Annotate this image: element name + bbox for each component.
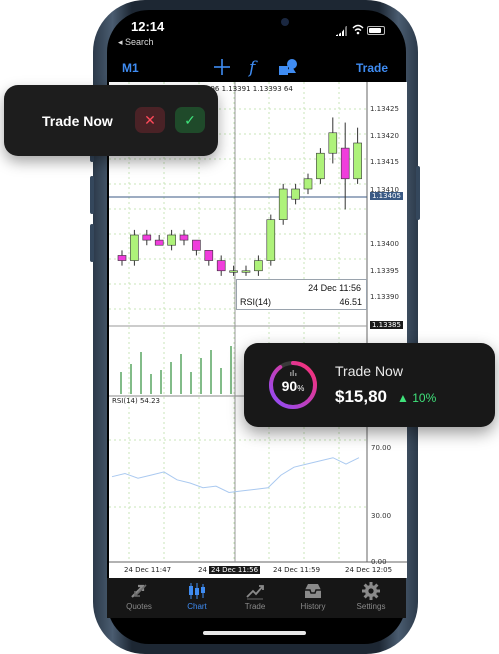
tab-bar: Quotes Chart Trade History Settings — [107, 578, 406, 618]
tab-label: Chart — [187, 602, 207, 611]
quotes-icon — [131, 584, 147, 598]
svg-text:f: f — [247, 58, 258, 77]
crosshair-icon[interactable] — [212, 57, 232, 77]
candle-body — [204, 250, 214, 261]
signal-icon — [345, 26, 347, 36]
rsi-title: RSI(14) 54.23 — [112, 397, 161, 405]
candle-body — [278, 188, 288, 220]
candle-body — [229, 270, 238, 273]
candle-body — [216, 260, 226, 272]
bar-chart-icon — [290, 370, 297, 376]
tab-chart[interactable]: Chart — [172, 582, 222, 616]
price-label: 1.13425 — [370, 105, 399, 113]
price-label: 1.13395 — [370, 267, 399, 275]
arrow-up-icon: ▲ — [397, 391, 409, 405]
notch — [225, 10, 347, 36]
settings-icon — [362, 582, 380, 600]
tab-trade[interactable]: Trade — [230, 582, 280, 616]
chart-toolbar: M1 f Trade — [107, 52, 406, 82]
change-percent: 10% — [412, 391, 437, 405]
tab-settings[interactable]: Settings — [346, 582, 396, 616]
time-label: 24 Dec 11:59 — [273, 566, 321, 574]
chart-canvas[interactable] — [109, 82, 407, 578]
trade-now-card: Trade Now ✕ ✓ — [4, 85, 218, 156]
trade-summary-card: 90% Trade Now $15,80 ▲ 10% — [244, 343, 495, 427]
phone-power-button — [416, 166, 420, 220]
close-icon: ✕ — [144, 112, 156, 128]
tab-label: History — [300, 602, 326, 611]
progress-percent: 90 — [281, 378, 298, 394]
candle-body — [340, 147, 350, 180]
rsi-level-30: 30.00 — [371, 512, 392, 520]
tab-history[interactable]: History — [288, 582, 338, 616]
phone-volume-up — [90, 176, 94, 214]
info-indicator-label: RSI(14) — [240, 297, 272, 307]
ohlc-readout: 996 1.13391 1.13393 64 — [206, 85, 293, 93]
trade-icon — [246, 585, 264, 600]
candle-body — [316, 152, 325, 180]
home-indicator[interactable] — [203, 631, 306, 635]
timeframe-button[interactable]: M1 — [122, 61, 139, 75]
candle-body — [192, 239, 201, 251]
candle-body — [117, 255, 127, 261]
trade-change: ▲ 10% — [397, 391, 436, 405]
chart-area[interactable]: 996 1.13391 1.13393 64 1.13425 1.13420 1.1… — [109, 82, 407, 578]
tab-label: Trade — [244, 602, 266, 611]
rsi-level-70: 70.00 — [371, 444, 392, 452]
trade-summary-title: Trade Now — [335, 363, 403, 379]
price-label: 1.13390 — [370, 293, 399, 301]
crosshair-info-box: 24 Dec 11:56 RSI(14) 46.51 — [236, 279, 367, 310]
candle-body — [167, 234, 176, 246]
price-label: 1.13385 — [370, 321, 403, 329]
trade-button[interactable]: Trade — [356, 61, 388, 75]
candle-body — [179, 234, 189, 241]
candle-body — [291, 188, 300, 200]
progress-unit: % — [297, 384, 305, 393]
candle-body — [328, 132, 338, 154]
back-to-search-link[interactable]: ◂ Search — [118, 37, 154, 48]
wifi-icon — [352, 24, 364, 35]
front-camera — [281, 18, 289, 26]
time-label-cursor: 24 Dec 11:56 — [209, 566, 261, 574]
info-indicator-value: 46.51 — [339, 297, 362, 307]
candle-body — [241, 270, 251, 273]
candle-body — [254, 260, 263, 272]
time-label: 24 Dec 11:47 — [124, 566, 172, 574]
reject-button[interactable]: ✕ — [135, 107, 165, 133]
price-label: 1.13420 — [370, 132, 399, 140]
chart-icon — [189, 583, 205, 599]
time-label-partial: 24 — [198, 566, 207, 574]
info-date: 24 Dec 11:56 — [308, 283, 361, 293]
candle-body — [154, 239, 164, 246]
candle-body — [266, 219, 276, 261]
rsi-level-0: 0.00 — [371, 558, 387, 566]
function-icon[interactable]: f — [245, 57, 265, 77]
tab-quotes[interactable]: Quotes — [114, 582, 164, 616]
tab-label: Quotes — [126, 602, 152, 611]
status-time: 12:14 — [131, 19, 165, 34]
trade-amount: $15,80 — [335, 387, 387, 406]
price-label: 1.13405 — [370, 192, 403, 200]
candle-body — [303, 178, 313, 190]
battery-icon — [367, 26, 385, 35]
tab-label: Settings — [356, 602, 386, 611]
trade-now-title: Trade Now — [42, 113, 113, 129]
price-label: 1.13400 — [370, 240, 399, 248]
objects-icon[interactable] — [278, 57, 298, 77]
price-label: 1.13415 — [370, 158, 399, 166]
candle-body — [130, 234, 139, 261]
progress-value: 90% — [267, 378, 319, 394]
time-label: 24 Dec 12:05 — [345, 566, 393, 574]
history-icon — [305, 584, 321, 598]
candle-body — [353, 142, 362, 180]
battery-level — [369, 28, 381, 33]
check-icon: ✓ — [184, 112, 196, 128]
candle-body — [142, 234, 152, 241]
phone-volume-down — [90, 224, 94, 262]
accept-button[interactable]: ✓ — [175, 107, 205, 133]
